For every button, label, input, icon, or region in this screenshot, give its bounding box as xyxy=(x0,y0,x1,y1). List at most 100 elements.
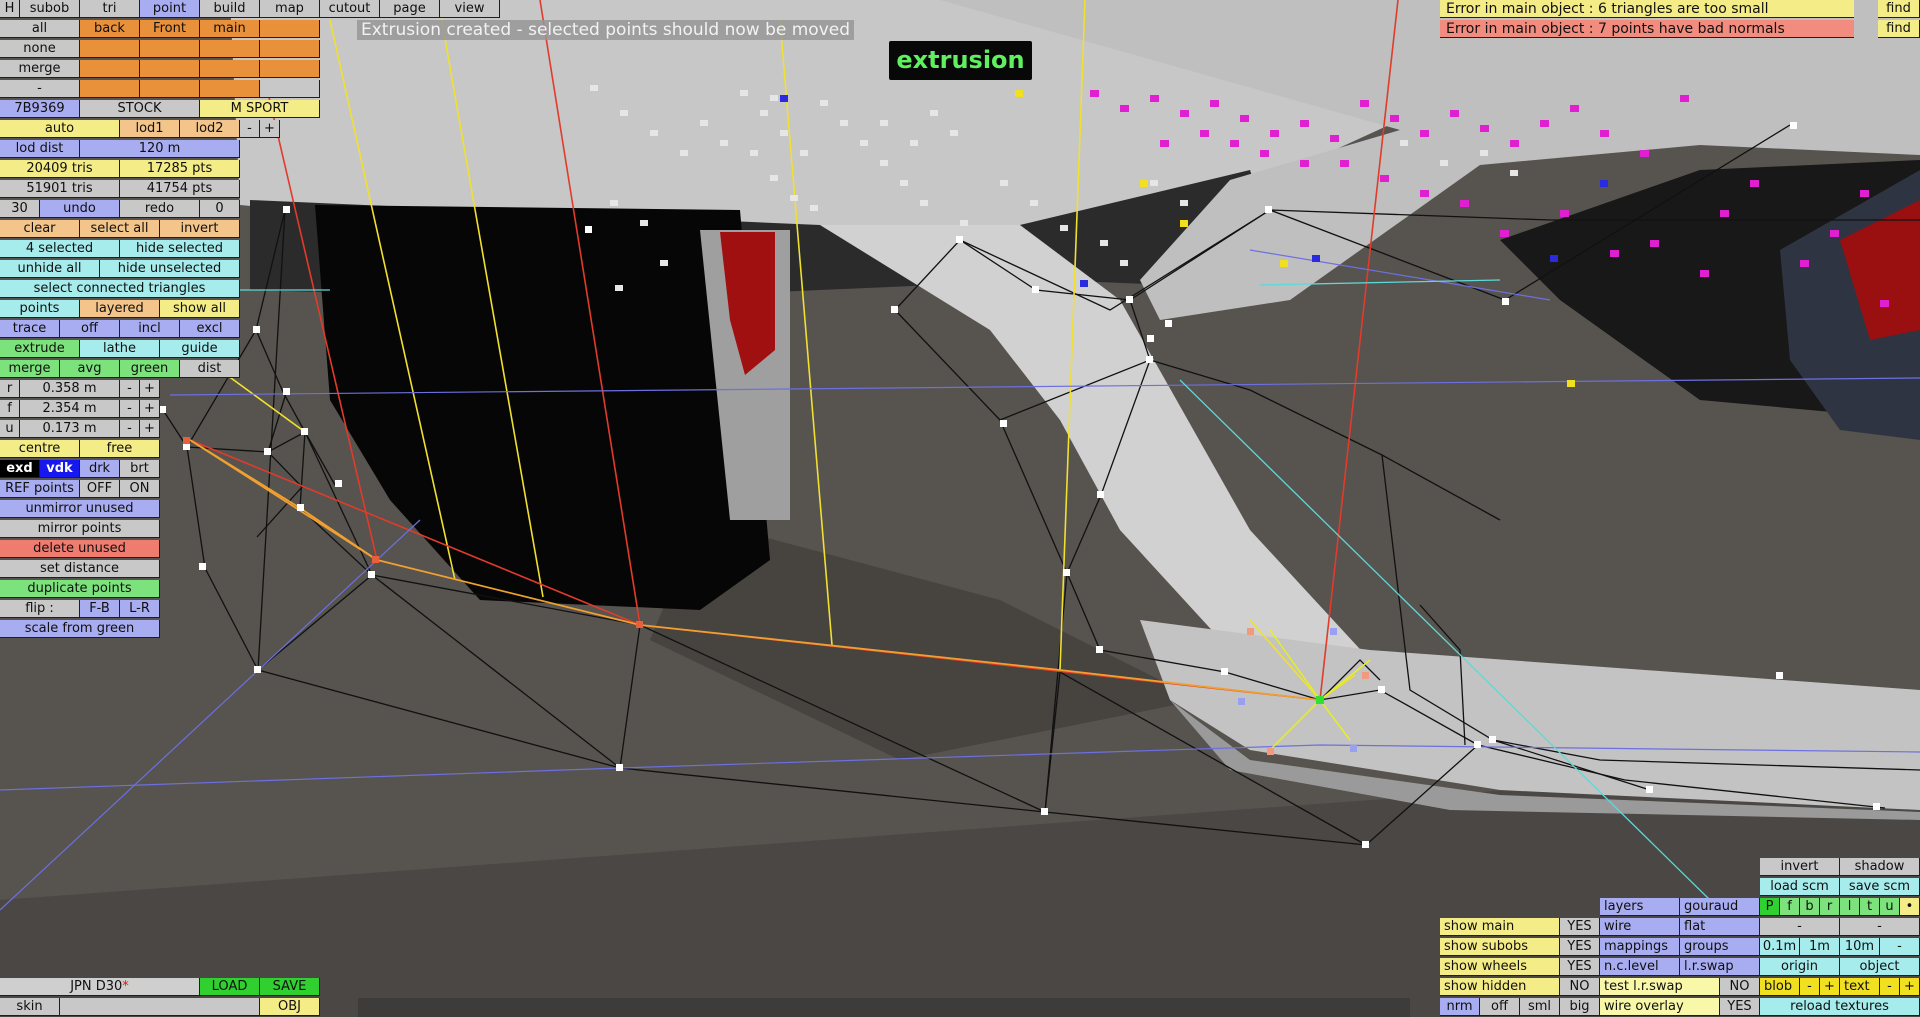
trace-excl-button[interactable]: excl xyxy=(180,320,240,338)
skin-field[interactable] xyxy=(60,998,260,1016)
layer-cell[interactable] xyxy=(200,60,260,78)
select-all-button[interactable]: all xyxy=(0,20,80,38)
groups-button[interactable]: groups xyxy=(1680,938,1760,956)
dash-button-1[interactable]: - xyxy=(1760,918,1840,936)
view-b-button[interactable]: b xyxy=(1800,898,1820,916)
tab-cutout[interactable]: cutout xyxy=(320,0,380,18)
lod-dist-value[interactable]: 120 m xyxy=(80,140,240,158)
unhide-all-button[interactable]: unhide all xyxy=(0,260,100,278)
layer-cell[interactable] xyxy=(260,60,320,78)
nrm-big-button[interactable]: big xyxy=(1560,998,1600,1016)
shadow-button[interactable]: shadow xyxy=(1840,858,1920,876)
tab-tri[interactable]: tri xyxy=(80,0,140,18)
origin-button[interactable]: origin xyxy=(1760,958,1840,976)
trace-off-button[interactable]: off xyxy=(60,320,120,338)
coord-f-plus[interactable]: + xyxy=(140,400,160,418)
load-button[interactable]: LOAD xyxy=(200,978,260,996)
coord-u-value[interactable]: 0.173 m xyxy=(20,420,120,438)
reload-textures-button[interactable]: reload textures xyxy=(1760,998,1920,1016)
tab-page[interactable]: page xyxy=(380,0,440,18)
hide-unselected-button[interactable]: hide unselected xyxy=(100,260,240,278)
car-code[interactable]: 7B9369 xyxy=(0,100,80,118)
load-scm-button[interactable]: load scm xyxy=(1760,878,1840,896)
hide-selected-button[interactable]: hide selected xyxy=(120,240,240,258)
layer-cell[interactable] xyxy=(80,40,140,58)
coord-r-minus[interactable]: - xyxy=(120,380,140,398)
view-u-button[interactable]: u xyxy=(1880,898,1900,916)
ref-on-button[interactable]: ON xyxy=(120,480,160,498)
coord-u-plus[interactable]: + xyxy=(140,420,160,438)
trace-button[interactable]: trace xyxy=(0,320,60,338)
lod-auto-button[interactable]: auto xyxy=(0,120,120,138)
skin-button[interactable]: skin xyxy=(0,998,60,1016)
layer-cell[interactable] xyxy=(140,40,200,58)
dash-button[interactable]: - xyxy=(0,80,80,98)
view-r-button[interactable]: r xyxy=(1820,898,1840,916)
layer-cell[interactable] xyxy=(140,80,200,98)
vdk-button[interactable]: vdk xyxy=(40,460,80,478)
find-button-1[interactable]: find xyxy=(1878,0,1920,18)
tab-view[interactable]: view xyxy=(440,0,500,18)
dash-button-2[interactable]: - xyxy=(1840,918,1920,936)
free-button[interactable]: free xyxy=(80,440,160,458)
tab-map[interactable]: map xyxy=(260,0,320,18)
text-plus-button[interactable]: + xyxy=(1900,978,1920,996)
merge-select-button[interactable]: merge xyxy=(0,60,80,78)
layer-cell[interactable] xyxy=(260,80,320,98)
text-minus-button[interactable]: - xyxy=(1880,978,1900,996)
test-lr-swap-toggle[interactable]: NO xyxy=(1720,978,1760,996)
nrm-sml-button[interactable]: sml xyxy=(1520,998,1560,1016)
grid-01m-button[interactable]: 0.1m xyxy=(1760,938,1800,956)
clear-button[interactable]: clear xyxy=(0,220,80,238)
coord-r-value[interactable]: 0.358 m xyxy=(20,380,120,398)
select-all-points-button[interactable]: select all xyxy=(80,220,160,238)
help-button[interactable]: H xyxy=(0,0,20,18)
layer-cell[interactable] xyxy=(260,20,320,38)
wire-overlay-button[interactable]: wire overlay xyxy=(1600,998,1720,1016)
layers-button[interactable]: layers xyxy=(1600,898,1680,916)
lr-swap-button[interactable]: l.r.swap xyxy=(1680,958,1760,976)
drk-button[interactable]: drk xyxy=(80,460,120,478)
ref-off-button[interactable]: OFF xyxy=(80,480,120,498)
flip-fb-button[interactable]: F-B xyxy=(80,600,120,618)
avg-button[interactable]: avg xyxy=(60,360,120,378)
front-button[interactable]: Front xyxy=(140,20,200,38)
layered-button[interactable]: layered xyxy=(80,300,160,318)
variant-button[interactable]: M SPORT xyxy=(200,100,320,118)
invert-selection-button[interactable]: invert xyxy=(160,220,240,238)
lod2-button[interactable]: lod2 xyxy=(180,120,240,138)
grid-10m-button[interactable]: 10m xyxy=(1840,938,1880,956)
view-p-button[interactable]: P xyxy=(1760,898,1780,916)
grid-minus-button[interactable]: - xyxy=(1880,938,1920,956)
exd-button[interactable]: exd xyxy=(0,460,40,478)
object-button[interactable]: object xyxy=(1840,958,1920,976)
mappings-button[interactable]: mappings xyxy=(1600,938,1680,956)
save-button[interactable]: SAVE xyxy=(260,978,320,996)
gouraud-button[interactable]: gouraud xyxy=(1680,898,1760,916)
coord-u-minus[interactable]: - xyxy=(120,420,140,438)
duplicate-points-button[interactable]: duplicate points xyxy=(0,580,160,598)
nc-level-button[interactable]: n.c.level xyxy=(1600,958,1680,976)
obj-button[interactable]: OBJ xyxy=(260,998,320,1016)
layer-cell[interactable] xyxy=(80,60,140,78)
select-none-button[interactable]: none xyxy=(0,40,80,58)
unmirror-unused-button[interactable]: unmirror unused xyxy=(0,500,160,518)
layer-cell[interactable] xyxy=(260,40,320,58)
coord-r-plus[interactable]: + xyxy=(140,380,160,398)
lathe-button[interactable]: lathe xyxy=(80,340,160,358)
nrm-off-button[interactable]: off xyxy=(1480,998,1520,1016)
blob-button[interactable]: blob xyxy=(1760,978,1800,996)
lod-minus-button[interactable]: - xyxy=(240,120,260,138)
main-button[interactable]: main xyxy=(200,20,260,38)
extrude-button[interactable]: extrude xyxy=(0,340,80,358)
layer-cell[interactable] xyxy=(200,80,260,98)
centre-button[interactable]: centre xyxy=(0,440,80,458)
scale-from-green-button[interactable]: scale from green xyxy=(0,620,160,638)
select-connected-button[interactable]: select connected triangles xyxy=(0,280,240,298)
file-name[interactable]: JPN D30* xyxy=(0,978,200,996)
show-wheels-toggle[interactable]: YES xyxy=(1560,958,1600,976)
back-button[interactable]: back xyxy=(80,20,140,38)
mirror-points-button[interactable]: mirror points xyxy=(0,520,160,538)
lod1-button[interactable]: lod1 xyxy=(120,120,180,138)
coord-f-minus[interactable]: - xyxy=(120,400,140,418)
